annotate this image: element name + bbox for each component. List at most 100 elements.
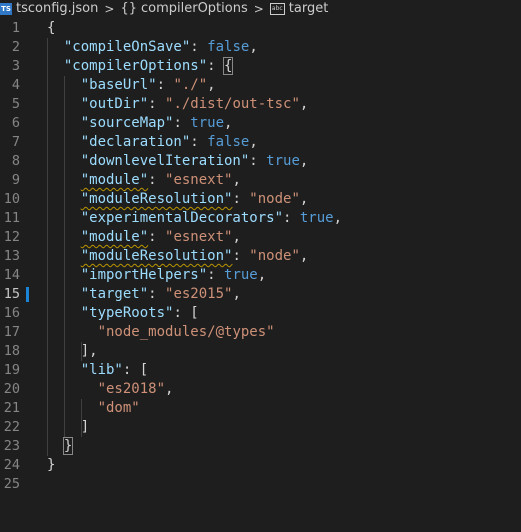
chevron-right-icon: > xyxy=(253,1,264,16)
json-key: "baseUrl" xyxy=(80,77,157,93)
code-line[interactable]: 22 ] xyxy=(0,418,521,437)
code-content: "moduleResolution": "node", xyxy=(47,190,309,209)
code-line[interactable]: 3 "compilerOptions": { xyxy=(0,57,521,76)
code-content: "moduleResolution": "node", xyxy=(47,247,309,266)
json-punctuation: , xyxy=(249,39,258,55)
code-line[interactable]: 14 "importHelpers": true, xyxy=(0,266,521,285)
json-punctuation: ] xyxy=(80,419,90,435)
json-punctuation: , xyxy=(299,153,309,169)
code-line[interactable]: 16 "typeRoots": [ xyxy=(0,304,521,323)
json-punctuation xyxy=(47,305,81,321)
json-boolean: true xyxy=(190,115,225,131)
json-punctuation: : xyxy=(156,77,174,93)
json-punctuation xyxy=(47,438,64,454)
json-punctuation: , xyxy=(207,77,216,93)
code-editor[interactable]: 1{2 "compileOnSave": false, 3 "compilerOp… xyxy=(0,19,521,494)
code-line[interactable]: 12 "module": "esnext", xyxy=(0,228,521,247)
line-number: 24 xyxy=(3,457,20,473)
json-punctuation xyxy=(47,191,81,207)
json-punctuation xyxy=(47,400,98,416)
line-number: 14 xyxy=(3,267,20,283)
code-line[interactable]: 18 ], xyxy=(0,342,521,361)
json-punctuation: , xyxy=(249,134,258,150)
breadcrumb-section[interactable]: compilerOptions xyxy=(141,1,248,16)
line-number: 20 xyxy=(3,381,20,397)
code-line[interactable]: 11 "experimentalDecorators": true, xyxy=(0,209,521,228)
code-content: "downlevelIteration": true, xyxy=(47,152,309,171)
json-punctuation: , xyxy=(299,191,309,207)
line-number: 6 xyxy=(11,115,20,131)
json-punctuation: , xyxy=(224,115,233,131)
line-number: 17 xyxy=(3,324,20,340)
json-punctuation: , xyxy=(333,210,343,226)
code-line[interactable]: 6 "sourceMap": true, xyxy=(0,114,521,133)
json-punctuation xyxy=(47,172,81,188)
json-key: "sourceMap" xyxy=(80,115,174,131)
breadcrumb: TS tsconfig.json > {} compilerOptions > … xyxy=(0,0,521,17)
code-content: "compilerOptions": { xyxy=(47,57,234,76)
json-punctuation: : xyxy=(148,286,166,302)
json-punctuation: : xyxy=(190,39,208,55)
code-content: "typeRoots": [ xyxy=(47,304,199,323)
line-number: 9 xyxy=(11,172,20,188)
json-boolean: true xyxy=(299,210,334,226)
json-punctuation: : xyxy=(232,248,250,264)
json-key: "downlevelIteration" xyxy=(80,153,250,169)
code-line[interactable]: 23 } xyxy=(0,437,521,456)
line-number: 22 xyxy=(3,419,20,435)
code-line[interactable]: 21 "dom" xyxy=(0,399,521,418)
json-key: "moduleResolution" xyxy=(80,191,233,207)
breadcrumb-symbol[interactable]: target xyxy=(289,1,329,16)
json-punctuation xyxy=(47,153,81,169)
json-punctuation: : xyxy=(207,267,225,283)
json-key: "module" xyxy=(80,172,149,188)
code-content: } xyxy=(47,437,74,456)
line-number: 10 xyxy=(3,191,20,207)
code-line[interactable]: 2 "compileOnSave": false, xyxy=(0,38,521,57)
json-key: "importHelpers" xyxy=(80,267,208,283)
line-number: 25 xyxy=(3,476,20,492)
code-content: "node_modules/@types" xyxy=(47,323,275,342)
code-content: "declaration": false, xyxy=(47,133,258,152)
json-punctuation xyxy=(47,419,81,435)
code-line[interactable]: 10 "moduleResolution": "node", xyxy=(0,190,521,209)
line-number: 1 xyxy=(11,20,20,36)
line-number: 4 xyxy=(11,77,20,93)
code-content: ] xyxy=(47,418,89,437)
json-boolean: true xyxy=(266,153,300,169)
code-line[interactable]: 17 "node_modules/@types" xyxy=(0,323,521,342)
code-line[interactable]: 5 "outDir": "./dist/out-tsc", xyxy=(0,95,521,114)
code-line[interactable]: 9 "module": "esnext", xyxy=(0,171,521,190)
code-line[interactable]: 25 xyxy=(0,475,521,494)
code-line[interactable]: 8 "downlevelIteration": true, xyxy=(0,152,521,171)
json-string: "dom" xyxy=(97,400,140,416)
json-punctuation xyxy=(47,229,81,245)
code-content: "module": "esnext", xyxy=(47,228,241,247)
code-line[interactable]: 20 "es2018", xyxy=(0,380,521,399)
json-string: "./dist/out-tsc" xyxy=(165,96,300,112)
json-punctuation: : xyxy=(190,134,208,150)
json-punctuation: , xyxy=(232,172,241,188)
code-line[interactable]: 24} xyxy=(0,456,521,475)
code-line[interactable]: 4 "baseUrl": "./", xyxy=(0,76,521,95)
json-punctuation: , xyxy=(232,286,241,302)
code-line[interactable]: 19 "lib": [ xyxy=(0,361,521,380)
code-line[interactable]: 7 "declaration": false, xyxy=(0,133,521,152)
line-number: 12 xyxy=(3,229,20,245)
json-string: "esnext" xyxy=(165,229,233,245)
active-line-marker xyxy=(26,287,29,302)
line-number: 21 xyxy=(3,400,20,416)
code-content: "importHelpers": true, xyxy=(47,266,266,285)
json-punctuation xyxy=(47,267,81,283)
json-punctuation xyxy=(47,115,81,131)
code-line[interactable]: 13 "moduleResolution": "node", xyxy=(0,247,521,266)
json-string: "esnext" xyxy=(165,172,233,188)
json-punctuation xyxy=(47,96,81,112)
breadcrumb-file[interactable]: tsconfig.json xyxy=(16,1,98,16)
code-line[interactable]: 1{ xyxy=(0,19,521,38)
code-line[interactable]: 15 "target": "es2015", xyxy=(0,285,521,304)
json-punctuation xyxy=(47,324,98,340)
json-punctuation: } xyxy=(47,457,56,473)
json-boolean: false xyxy=(207,134,250,150)
json-key: "moduleResolution" xyxy=(80,248,233,264)
